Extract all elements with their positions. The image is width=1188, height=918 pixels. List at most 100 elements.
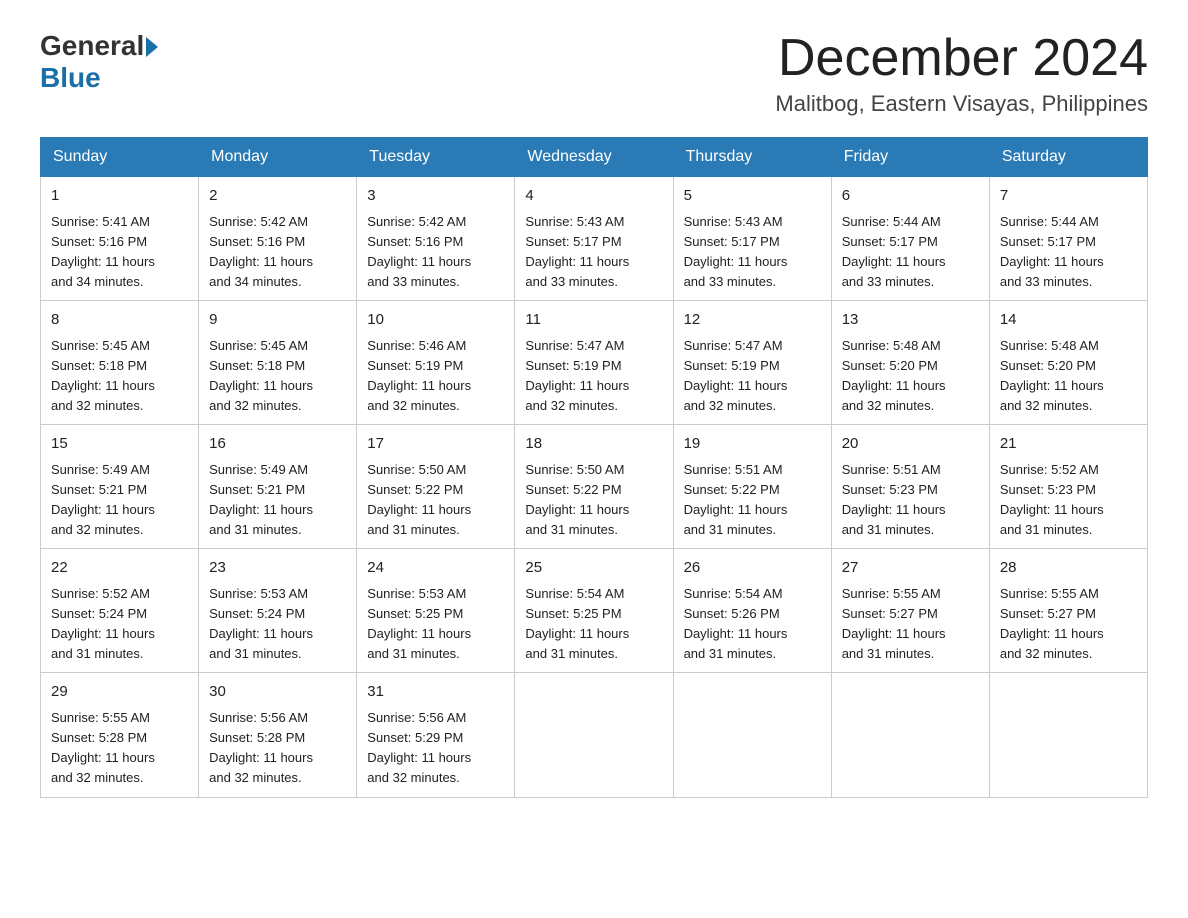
calendar-cell: 24 Sunrise: 5:53 AMSunset: 5:25 PMDayligh…: [357, 549, 515, 673]
day-number: 24: [367, 557, 504, 580]
day-info: Sunrise: 5:53 AMSunset: 5:25 PMDaylight:…: [367, 586, 471, 661]
day-info: Sunrise: 5:48 AMSunset: 5:20 PMDaylight:…: [1000, 338, 1104, 413]
day-info: Sunrise: 5:56 AMSunset: 5:29 PMDaylight:…: [367, 710, 471, 785]
day-info: Sunrise: 5:42 AMSunset: 5:16 PMDaylight:…: [209, 214, 313, 289]
day-info: Sunrise: 5:42 AMSunset: 5:16 PMDaylight:…: [367, 214, 471, 289]
day-number: 27: [842, 557, 979, 580]
day-info: Sunrise: 5:49 AMSunset: 5:21 PMDaylight:…: [209, 462, 313, 537]
day-info: Sunrise: 5:52 AMSunset: 5:24 PMDaylight:…: [51, 586, 155, 661]
day-number: 13: [842, 309, 979, 332]
weekday-header-thursday: Thursday: [673, 138, 831, 177]
day-number: 21: [1000, 433, 1137, 456]
weekday-header-wednesday: Wednesday: [515, 138, 673, 177]
weekday-header-tuesday: Tuesday: [357, 138, 515, 177]
calendar-cell: 27 Sunrise: 5:55 AMSunset: 5:27 PMDayligh…: [831, 549, 989, 673]
calendar-cell: 25Sunrise: 5:54 AMSunset: 5:25 PMDayligh…: [515, 549, 673, 673]
day-info: Sunrise: 5:43 AMSunset: 5:17 PMDaylight:…: [684, 214, 788, 289]
day-info: Sunrise: 5:55 AMSunset: 5:27 PMDaylight:…: [1000, 586, 1104, 661]
day-number: 2: [209, 185, 346, 208]
calendar-cell: 17 Sunrise: 5:50 AMSunset: 5:22 PMDayligh…: [357, 425, 515, 549]
day-info: Sunrise: 5:48 AMSunset: 5:20 PMDaylight:…: [842, 338, 946, 413]
logo-blue-text: Blue: [40, 62, 101, 94]
calendar-cell: 30 Sunrise: 5:56 AMSunset: 5:28 PMDayligh…: [199, 673, 357, 797]
day-info: Sunrise: 5:55 AMSunset: 5:27 PMDaylight:…: [842, 586, 946, 661]
week-row-3: 15 Sunrise: 5:49 AMSunset: 5:21 PMDayligh…: [41, 425, 1148, 549]
calendar-cell: 14Sunrise: 5:48 AMSunset: 5:20 PMDayligh…: [989, 301, 1147, 425]
day-number: 23: [209, 557, 346, 580]
location-title: Malitbog, Eastern Visayas, Philippines: [775, 91, 1148, 117]
month-title: December 2024: [775, 30, 1148, 87]
weekday-header-friday: Friday: [831, 138, 989, 177]
day-number: 7: [1000, 185, 1137, 208]
day-number: 18: [525, 433, 662, 456]
day-number: 15: [51, 433, 188, 456]
calendar-cell: 13 Sunrise: 5:48 AMSunset: 5:20 PMDayligh…: [831, 301, 989, 425]
day-number: 22: [51, 557, 188, 580]
calendar-cell: 7 Sunrise: 5:44 AMSunset: 5:17 PMDaylight…: [989, 177, 1147, 301]
day-info: Sunrise: 5:53 AMSunset: 5:24 PMDaylight:…: [209, 586, 313, 661]
calendar-cell: 21 Sunrise: 5:52 AMSunset: 5:23 PMDayligh…: [989, 425, 1147, 549]
calendar-cell: 22 Sunrise: 5:52 AMSunset: 5:24 PMDayligh…: [41, 549, 199, 673]
calendar-cell: 29 Sunrise: 5:55 AMSunset: 5:28 PMDayligh…: [41, 673, 199, 797]
day-info: Sunrise: 5:41 AMSunset: 5:16 PMDaylight:…: [51, 214, 155, 289]
day-info: Sunrise: 5:50 AMSunset: 5:22 PMDaylight:…: [367, 462, 471, 537]
calendar-cell: 9 Sunrise: 5:45 AMSunset: 5:18 PMDaylight…: [199, 301, 357, 425]
calendar-table: SundayMondayTuesdayWednesdayThursdayFrid…: [40, 137, 1148, 797]
calendar-cell: 11Sunrise: 5:47 AMSunset: 5:19 PMDayligh…: [515, 301, 673, 425]
calendar-cell: 19 Sunrise: 5:51 AMSunset: 5:22 PMDayligh…: [673, 425, 831, 549]
day-number: 9: [209, 309, 346, 332]
calendar-cell: 8Sunrise: 5:45 AMSunset: 5:18 PMDaylight…: [41, 301, 199, 425]
day-number: 29: [51, 681, 188, 704]
day-info: Sunrise: 5:44 AMSunset: 5:17 PMDaylight:…: [842, 214, 946, 289]
day-info: Sunrise: 5:51 AMSunset: 5:23 PMDaylight:…: [842, 462, 946, 537]
day-info: Sunrise: 5:44 AMSunset: 5:17 PMDaylight:…: [1000, 214, 1104, 289]
week-row-1: 1Sunrise: 5:41 AMSunset: 5:16 PMDaylight…: [41, 177, 1148, 301]
day-number: 6: [842, 185, 979, 208]
logo-arrow-icon: [146, 37, 158, 57]
week-row-2: 8 Sunrise: 5:45 AMSunset: 5:18 PMDaylight…: [41, 301, 1148, 425]
calendar-cell: 18 Sunrise: 5:50 AMSunset: 5:22 PMDayligh…: [515, 425, 673, 549]
day-number: 31: [367, 681, 504, 704]
weekday-header-row: SundayMondayTuesdayWednesdayThursdayFrid…: [41, 138, 1148, 177]
logo-general-text: General: [40, 30, 144, 62]
day-info: Sunrise: 5:54 AMSunset: 5:26 PMDaylight:…: [684, 586, 788, 661]
day-number: 3: [367, 185, 504, 208]
calendar-cell: 15Sunrise: 5:49 AMSunset: 5:21 PMDayligh…: [41, 425, 199, 549]
calendar-cell: 12 Sunrise: 5:47 AMSunset: 5:19 PMDayligh…: [673, 301, 831, 425]
day-info: Sunrise: 5:54 AMSunset: 5:25 PMDaylight:…: [525, 586, 629, 661]
logo-text: General: [40, 30, 158, 62]
calendar-cell: 28Sunrise: 5:55 AMSunset: 5:27 PMDayligh…: [989, 549, 1147, 673]
day-info: Sunrise: 5:43 AMSunset: 5:17 PMDaylight:…: [525, 214, 629, 289]
calendar-cell: 4Sunrise: 5:43 AMSunset: 5:17 PMDaylight…: [515, 177, 673, 301]
day-number: 12: [684, 309, 821, 332]
day-info: Sunrise: 5:47 AMSunset: 5:19 PMDaylight:…: [525, 338, 629, 413]
page-header: General Blue December 2024 Malitbog, Eas…: [40, 30, 1148, 117]
calendar-cell: 20 Sunrise: 5:51 AMSunset: 5:23 PMDayligh…: [831, 425, 989, 549]
day-number: 16: [209, 433, 346, 456]
calendar-cell: 23 Sunrise: 5:53 AMSunset: 5:24 PMDayligh…: [199, 549, 357, 673]
day-info: Sunrise: 5:56 AMSunset: 5:28 PMDaylight:…: [209, 710, 313, 785]
day-number: 20: [842, 433, 979, 456]
calendar-cell: 6 Sunrise: 5:44 AMSunset: 5:17 PMDaylight…: [831, 177, 989, 301]
day-info: Sunrise: 5:55 AMSunset: 5:28 PMDaylight:…: [51, 710, 155, 785]
calendar-cell: 31 Sunrise: 5:56 AMSunset: 5:29 PMDayligh…: [357, 673, 515, 797]
day-info: Sunrise: 5:45 AMSunset: 5:18 PMDaylight:…: [209, 338, 313, 413]
day-number: 8: [51, 309, 188, 332]
day-number: 26: [684, 557, 821, 580]
day-info: Sunrise: 5:52 AMSunset: 5:23 PMDaylight:…: [1000, 462, 1104, 537]
calendar-cell: [515, 673, 673, 797]
day-number: 17: [367, 433, 504, 456]
day-number: 10: [367, 309, 504, 332]
title-area: December 2024 Malitbog, Eastern Visayas,…: [775, 30, 1148, 117]
weekday-header-sunday: Sunday: [41, 138, 199, 177]
weekday-header-monday: Monday: [199, 138, 357, 177]
day-number: 19: [684, 433, 821, 456]
calendar-cell: 5Sunrise: 5:43 AMSunset: 5:17 PMDaylight…: [673, 177, 831, 301]
calendar-cell: [673, 673, 831, 797]
logo: General Blue: [40, 30, 158, 94]
day-info: Sunrise: 5:51 AMSunset: 5:22 PMDaylight:…: [684, 462, 788, 537]
calendar-cell: [831, 673, 989, 797]
day-info: Sunrise: 5:47 AMSunset: 5:19 PMDaylight:…: [684, 338, 788, 413]
day-number: 30: [209, 681, 346, 704]
day-info: Sunrise: 5:50 AMSunset: 5:22 PMDaylight:…: [525, 462, 629, 537]
